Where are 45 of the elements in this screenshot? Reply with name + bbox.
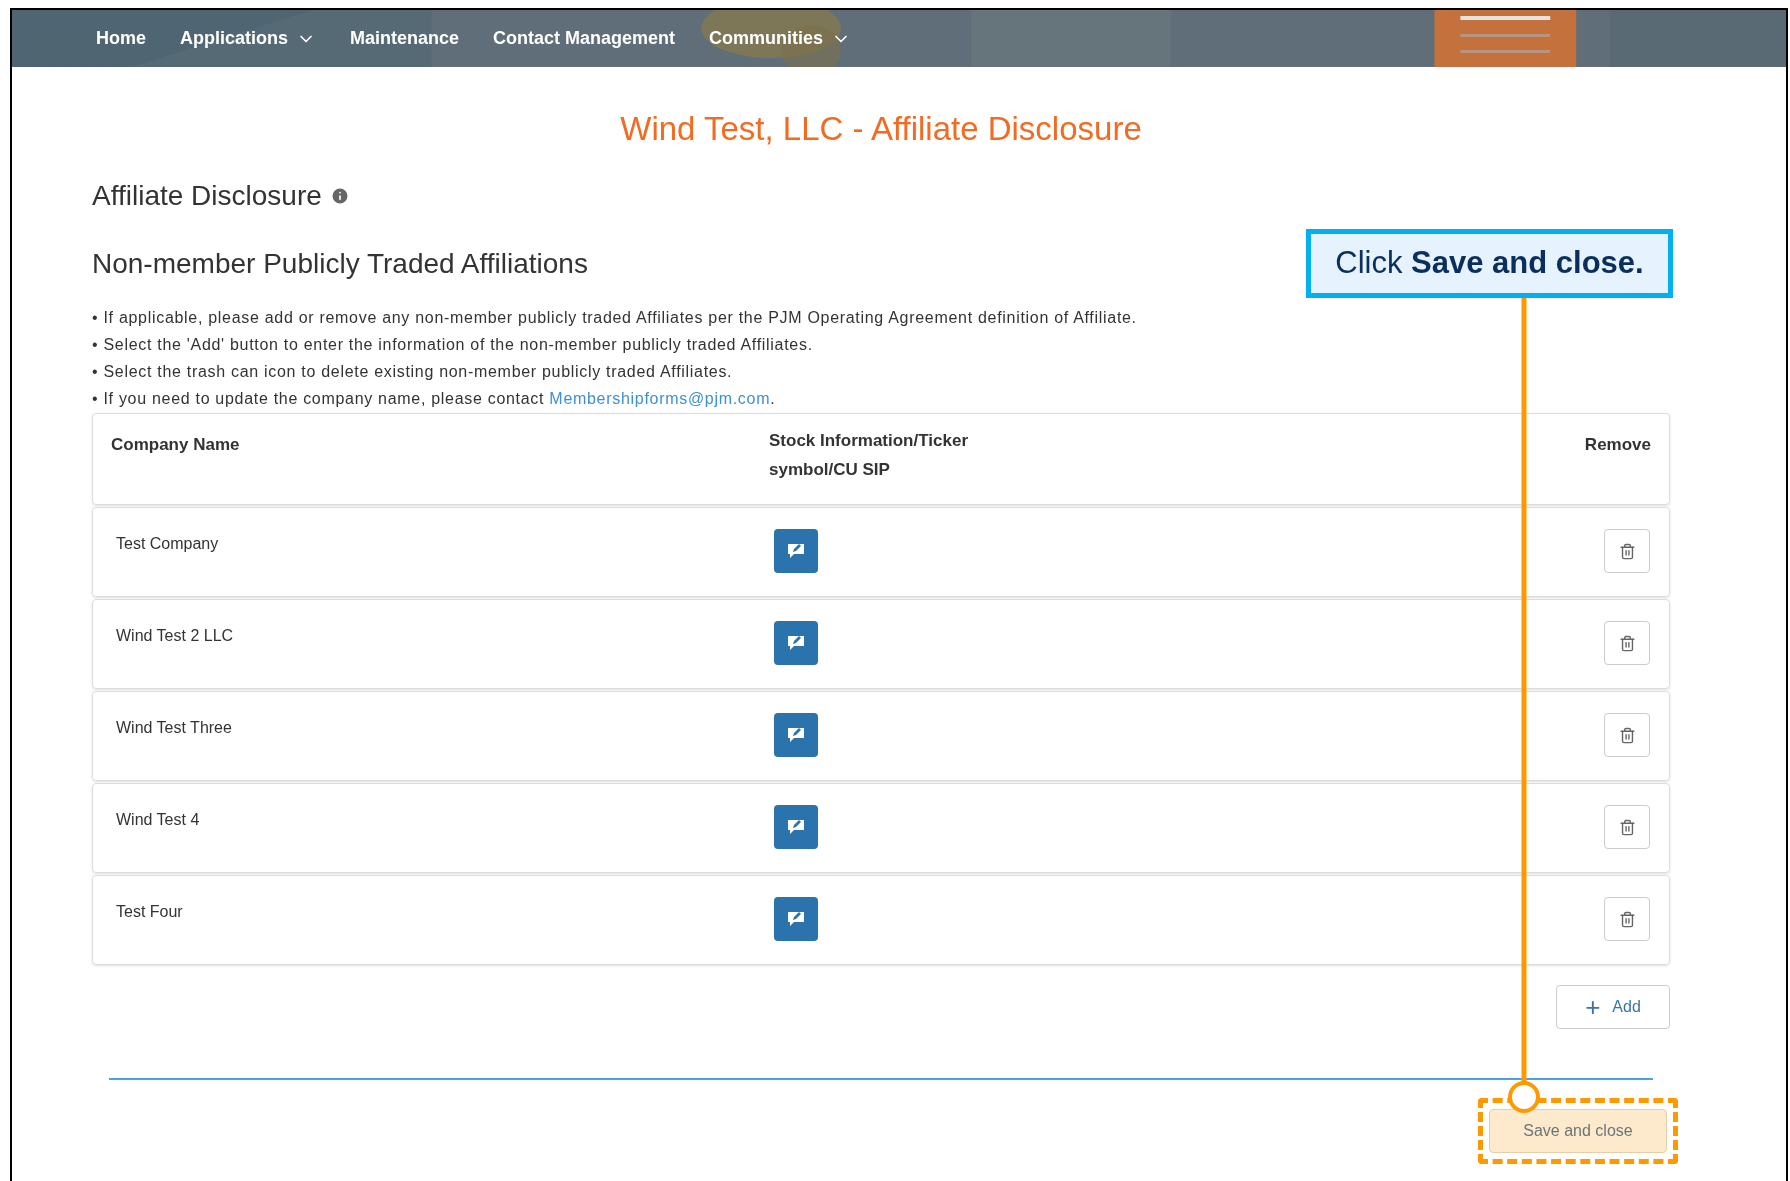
trash-icon — [1618, 726, 1636, 744]
comment-icon — [786, 726, 806, 744]
trash-icon — [1618, 542, 1636, 560]
column-header: Company Name — [111, 434, 241, 456]
instruction-text: • If applicable, please add or remove any non-member publicly traded Affiliates per the PJM Operating Agreement definition of Affiliate. — [92, 308, 1137, 327]
email-link[interactable]: Membershipforms@pjm.com — [549, 390, 771, 407]
nav-link[interactable]: Home — [96, 25, 146, 52]
page-title: Wind Test, LLC - Affiliate Disclosure — [620, 112, 1142, 145]
edit-button[interactable] — [774, 897, 818, 941]
company-name: Wind Test Three — [116, 718, 233, 738]
edit-button[interactable] — [774, 529, 818, 573]
callout-text: Click Save and close. — [1335, 244, 1644, 283]
comment-icon — [786, 910, 806, 928]
company-name: Test Company — [116, 534, 220, 554]
instruction-text: • Select the 'Add' button to enter the information of the non-member publicly traded Affiliates. — [92, 335, 813, 354]
nav-link[interactable]: Communities — [709, 25, 852, 52]
delete-button[interactable] — [1604, 713, 1650, 757]
comment-icon — [786, 542, 806, 560]
nav-link[interactable]: Contact Management — [493, 25, 676, 52]
nav-link[interactable]: Applications — [180, 25, 317, 52]
edit-button[interactable] — [774, 621, 818, 665]
save-and-close-button[interactable]: Save and close — [1489, 1109, 1667, 1153]
instruction-text: • Select the trash can icon to delete existing non-member publicly traded Affiliates. — [92, 362, 733, 381]
delete-button[interactable] — [1604, 621, 1650, 665]
trash-icon — [1618, 910, 1636, 928]
edit-button[interactable] — [774, 805, 818, 849]
delete-button[interactable] — [1604, 897, 1650, 941]
column-header: Remove — [1584, 434, 1651, 456]
trash-icon — [1618, 818, 1636, 836]
add-button[interactable]: + Add — [1556, 985, 1670, 1029]
instruction-text: • If you need to update the company name, please contact Membershipforms@pjm.com. — [92, 389, 776, 408]
trash-icon — [1618, 634, 1636, 652]
info-icon[interactable] — [329, 186, 350, 206]
company-name: Wind Test 2 LLC — [116, 626, 235, 646]
delete-button[interactable] — [1604, 805, 1650, 849]
section-title: Affiliate Disclosure — [92, 182, 322, 210]
company-name: Wind Test 4 — [116, 810, 201, 830]
company-name: Test Four — [116, 902, 184, 922]
delete-button[interactable] — [1604, 529, 1650, 573]
nav-link[interactable]: Maintenance — [350, 25, 460, 52]
subsection-title: Non-member Publicly Traded Affiliations — [92, 250, 588, 278]
comment-icon — [786, 634, 806, 652]
column-header: Stock Information/Ticker symbol/CU SIP — [769, 430, 969, 481]
comment-icon — [786, 818, 806, 836]
edit-button[interactable] — [774, 713, 818, 757]
